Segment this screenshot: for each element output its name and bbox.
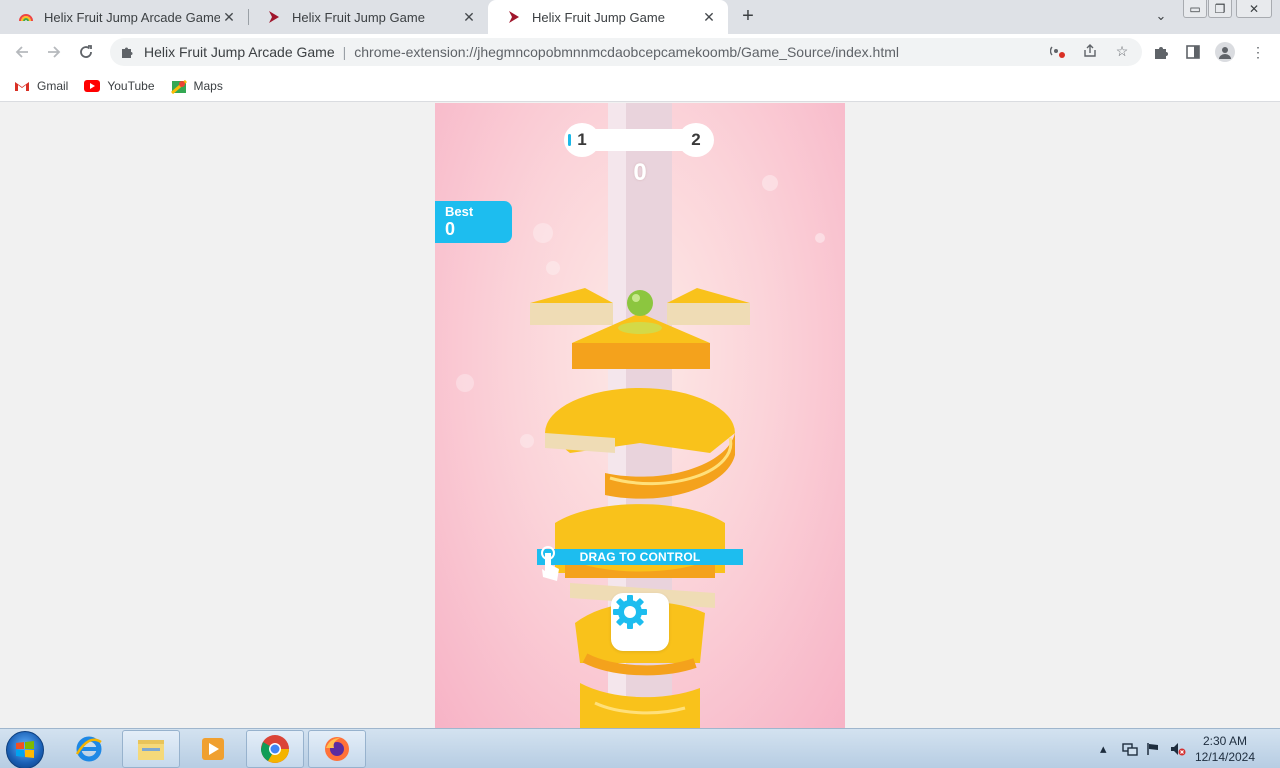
- address-bar[interactable]: Helix Fruit Jump Arcade Game | chrome-ex…: [110, 38, 1142, 66]
- profile-avatar-icon[interactable]: [1215, 42, 1235, 62]
- rainbow-icon: [18, 9, 34, 25]
- bookmark-maps[interactable]: Maps: [170, 78, 223, 94]
- next-level: 2: [691, 130, 701, 149]
- clock-date: 12/14/2024: [1194, 750, 1256, 764]
- windows-start-button[interactable]: [6, 731, 44, 768]
- tab-title: Helix Fruit Jump Game: [532, 9, 665, 25]
- best-label: Best: [445, 204, 474, 219]
- star-icon[interactable]: ☆: [1112, 41, 1132, 61]
- window-close-button[interactable]: ✕: [1236, 0, 1272, 18]
- extensions-icon[interactable]: [1151, 42, 1171, 62]
- close-icon[interactable]: ✕: [460, 8, 478, 26]
- game-canvas[interactable]: 1 2 0 Best 0 DRAG TO CONTROL: [435, 103, 845, 728]
- windows-taskbar: ▴ 2:30 AM 12/14/2024: [0, 728, 1280, 768]
- bookmark-label: YouTube: [107, 78, 155, 93]
- action-center-flag-icon[interactable]: [1146, 729, 1160, 768]
- best-value: 0: [445, 219, 456, 239]
- forward-arrow-icon[interactable]: [42, 40, 66, 64]
- score-display: 0: [633, 159, 647, 186]
- new-tab-button[interactable]: +: [736, 5, 760, 29]
- tab-title: Helix Fruit Jump Arcade Game - C: [44, 9, 220, 25]
- play-arrow-icon: [266, 9, 282, 25]
- windows-logo-icon: [16, 741, 34, 758]
- network-icon[interactable]: [1122, 729, 1138, 768]
- file-explorer-taskbar-icon[interactable]: [122, 730, 180, 768]
- current-level: 1: [577, 130, 587, 149]
- cast-blocked-icon[interactable]: [1048, 41, 1068, 61]
- drag-to-control-hint: DRAG TO CONTROL: [537, 549, 743, 565]
- kebab-menu-icon[interactable]: ⋮: [1248, 42, 1268, 62]
- maps-icon: [170, 78, 187, 94]
- level-progress-fill: [568, 134, 571, 146]
- puzzle-icon: [120, 44, 136, 60]
- youtube-icon: [84, 78, 101, 94]
- share-icon[interactable]: [1080, 41, 1100, 61]
- restore-button[interactable]: ❐: [1208, 0, 1232, 18]
- close-icon[interactable]: ✕: [220, 8, 238, 26]
- back-arrow-icon[interactable]: [10, 40, 34, 64]
- play-arrow-icon: [506, 9, 522, 25]
- bookmark-label: Gmail: [37, 78, 69, 93]
- settings-button[interactable]: [611, 593, 669, 651]
- tab-title: Helix Fruit Jump Game: [292, 9, 425, 25]
- tab-3-active[interactable]: Helix Fruit Jump Game ✕: [488, 0, 728, 34]
- hand-pointer-icon: [539, 545, 561, 583]
- url-text: chrome-extension://jhegmncopobmnnmcdaobc…: [354, 44, 899, 60]
- tab-1[interactable]: Helix Fruit Jump Arcade Game - C ✕: [0, 0, 248, 34]
- bookmark-gmail[interactable]: Gmail: [14, 78, 68, 94]
- chrome-taskbar-icon[interactable]: [246, 730, 304, 768]
- url-separator: |: [342, 44, 347, 60]
- level-track: [588, 129, 692, 151]
- gmail-icon: [14, 78, 30, 94]
- close-icon[interactable]: ✕: [700, 8, 718, 26]
- firefox-taskbar-icon[interactable]: [308, 730, 366, 768]
- tab-strip: Helix Fruit Jump Arcade Game - C ✕ Helix…: [0, 0, 1280, 34]
- speaker-muted-icon[interactable]: [1170, 729, 1186, 768]
- bookmarks-bar: Gmail YouTube Maps: [0, 70, 1280, 102]
- chevron-down-icon[interactable]: ⌄: [1152, 8, 1170, 26]
- internet-explorer-taskbar-icon[interactable]: [60, 730, 118, 768]
- media-player-taskbar-icon[interactable]: [184, 730, 242, 768]
- tab-2[interactable]: Helix Fruit Jump Game ✕: [248, 0, 488, 34]
- side-panel-icon[interactable]: [1183, 42, 1203, 62]
- site-name: Helix Fruit Jump Arcade Game: [144, 44, 335, 60]
- reload-icon[interactable]: [74, 40, 98, 64]
- ball: [627, 290, 653, 316]
- clock-time: 2:30 AM: [1202, 734, 1248, 748]
- system-clock[interactable]: 2:30 AM 12/14/2024: [1190, 733, 1260, 765]
- level-progress-bar: 1 2: [564, 123, 714, 157]
- show-hidden-icons-button[interactable]: ▴: [1100, 729, 1107, 768]
- bookmark-youtube[interactable]: YouTube: [84, 78, 155, 94]
- best-score-badge: Best 0: [435, 201, 512, 243]
- bookmark-label: Maps: [193, 78, 223, 93]
- browser-toolbar: Helix Fruit Jump Arcade Game | chrome-ex…: [0, 34, 1280, 70]
- next-level-badge: 2: [678, 123, 714, 157]
- minimize-button[interactable]: ▭: [1183, 0, 1207, 18]
